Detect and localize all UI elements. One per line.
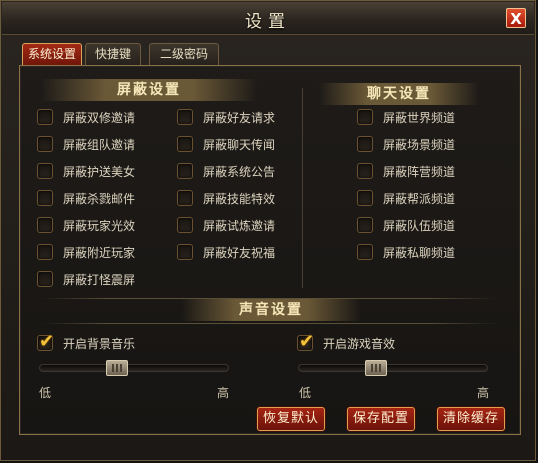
close-button[interactable]: X <box>506 8 526 28</box>
volume-low-label: 低 <box>39 386 52 400</box>
checkbox[interactable] <box>357 244 373 260</box>
checkbox[interactable] <box>177 190 193 206</box>
checkbox[interactable] <box>37 109 53 125</box>
settings-window: 设置 X 系统设置 快捷键 二级密码 屏蔽设置 聊天设置 屏蔽双修邀请 屏蔽组队… <box>0 0 536 461</box>
option-block-guild-channel[interactable]: 屏蔽帮派频道 <box>357 188 455 208</box>
chat-settings-header: 聊天设置 <box>319 83 479 105</box>
option-label: 屏蔽玩家光效 <box>63 218 136 233</box>
option-label: 屏蔽帮派频道 <box>383 191 456 206</box>
checkbox[interactable] <box>37 271 53 287</box>
checkbox[interactable] <box>177 217 193 233</box>
option-block-dual-cultivation-invite[interactable]: 屏蔽双修邀请 <box>37 107 135 127</box>
option-block-team-channel[interactable]: 屏蔽队伍频道 <box>357 215 455 235</box>
checkbox[interactable] <box>177 109 193 125</box>
option-label: 屏蔽世界频道 <box>383 110 456 125</box>
option-label: 屏蔽好友请求 <box>203 110 276 125</box>
volume-high-label: 高 <box>477 386 490 400</box>
option-label: 屏蔽试炼邀请 <box>203 218 276 233</box>
option-block-scene-channel[interactable]: 屏蔽场景频道 <box>357 134 455 154</box>
sound-settings-header: 声音设置 <box>181 299 361 321</box>
option-label: 屏蔽场景频道 <box>383 137 456 152</box>
option-block-world-channel[interactable]: 屏蔽世界频道 <box>357 107 455 127</box>
option-label: 屏蔽阵营频道 <box>383 164 456 179</box>
checkbox[interactable] <box>37 217 53 233</box>
checkbox[interactable] <box>297 331 314 352</box>
option-label: 屏蔽附近玩家 <box>63 245 136 260</box>
option-label: 屏蔽系统公告 <box>203 164 276 179</box>
option-block-nearby-players[interactable]: 屏蔽附近玩家 <box>37 242 135 262</box>
option-block-system-announcement[interactable]: 屏蔽系统公告 <box>177 161 275 181</box>
option-label: 屏蔽双修邀请 <box>63 110 136 125</box>
option-block-chat-rumors[interactable]: 屏蔽聊天传闻 <box>177 134 275 154</box>
option-block-private-channel[interactable]: 屏蔽私聊频道 <box>357 242 455 262</box>
option-background-music[interactable]: 开启背景音乐 <box>37 331 136 353</box>
option-label: 开启游戏音效 <box>323 336 396 351</box>
option-label: 屏蔽打怪震屏 <box>63 272 136 287</box>
option-label: 屏蔽技能特效 <box>203 191 276 206</box>
checkbox[interactable] <box>37 331 54 352</box>
checkbox[interactable] <box>37 244 53 260</box>
clear-cache-button[interactable]: 清除缓存 <box>437 407 505 431</box>
option-block-friend-request[interactable]: 屏蔽好友请求 <box>177 107 275 127</box>
title-bar[interactable]: 设置 X <box>2 2 534 35</box>
section-separator <box>41 323 497 324</box>
option-block-skill-effects[interactable]: 屏蔽技能特效 <box>177 188 275 208</box>
option-label: 屏蔽私聊频道 <box>383 245 456 260</box>
option-label: 屏蔽护送美女 <box>63 164 136 179</box>
option-block-friend-blessing[interactable]: 屏蔽好友祝福 <box>177 242 275 262</box>
option-label: 屏蔽杀戮邮件 <box>63 191 136 206</box>
option-block-escort-beauty[interactable]: 屏蔽护送美女 <box>37 161 135 181</box>
checkbox[interactable] <box>357 217 373 233</box>
option-label: 开启背景音乐 <box>63 336 136 351</box>
option-label: 屏蔽组队邀请 <box>63 137 136 152</box>
option-label: 屏蔽聊天传闻 <box>203 137 276 152</box>
background-music-volume-slider[interactable] <box>39 360 229 376</box>
tab-hotkeys[interactable]: 快捷键 <box>85 43 141 65</box>
option-game-sound-effects[interactable]: 开启游戏音效 <box>297 331 396 353</box>
slider-handle[interactable] <box>365 360 387 376</box>
checkbox[interactable] <box>357 109 373 125</box>
tab-system-settings[interactable]: 系统设置 <box>22 43 82 65</box>
checkbox[interactable] <box>177 136 193 152</box>
game-sfx-volume-slider[interactable] <box>298 360 488 376</box>
volume-high-label: 高 <box>217 386 230 400</box>
checkbox[interactable] <box>37 190 53 206</box>
option-block-kill-mail[interactable]: 屏蔽杀戮邮件 <box>37 188 135 208</box>
checkbox[interactable] <box>357 190 373 206</box>
save-config-button[interactable]: 保存配置 <box>347 407 415 431</box>
restore-default-button[interactable]: 恢复默认 <box>257 407 325 431</box>
option-label: 屏蔽队伍频道 <box>383 218 456 233</box>
option-block-trial-invite[interactable]: 屏蔽试炼邀请 <box>177 215 275 235</box>
checkbox[interactable] <box>357 163 373 179</box>
slider-handle[interactable] <box>106 360 128 376</box>
option-label: 屏蔽好友祝福 <box>203 245 276 260</box>
column-divider <box>302 88 303 288</box>
option-block-player-effects[interactable]: 屏蔽玩家光效 <box>37 215 135 235</box>
checkbox[interactable] <box>177 244 193 260</box>
checkbox[interactable] <box>177 163 193 179</box>
option-block-team-invite[interactable]: 屏蔽组队邀请 <box>37 134 135 154</box>
volume-low-label: 低 <box>299 386 312 400</box>
block-settings-header: 屏蔽设置 <box>41 79 257 101</box>
option-block-screen-shake[interactable]: 屏蔽打怪震屏 <box>37 269 135 289</box>
checkbox[interactable] <box>37 163 53 179</box>
checkbox[interactable] <box>37 136 53 152</box>
option-block-faction-channel[interactable]: 屏蔽阵营频道 <box>357 161 455 181</box>
window-title: 设置 <box>245 12 291 32</box>
checkbox[interactable] <box>357 136 373 152</box>
tab-secondary-password[interactable]: 二级密码 <box>149 43 219 65</box>
